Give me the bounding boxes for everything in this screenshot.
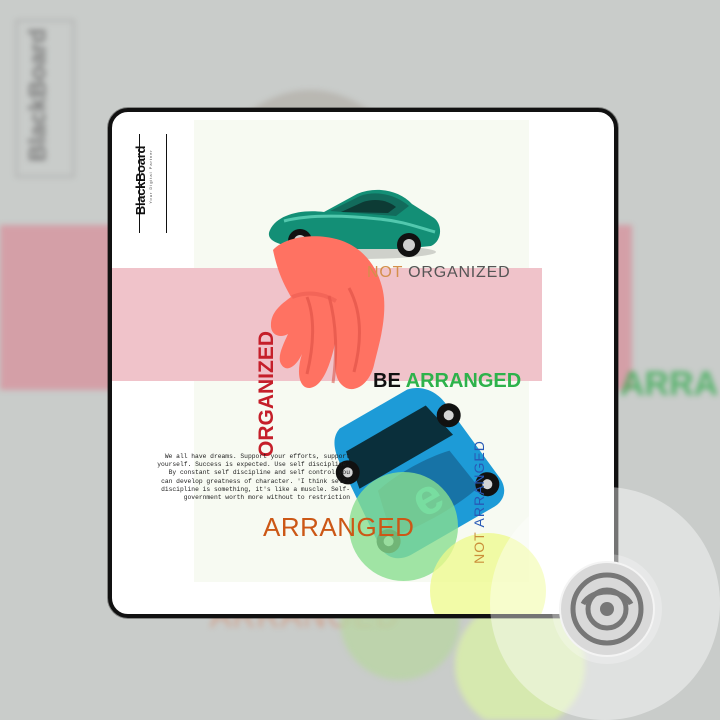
organized-vertical-label: ORGANIZED: [255, 331, 278, 457]
arranged-word: ARRANGED: [470, 440, 487, 528]
background-arranged-word: ARRANGED: [620, 365, 720, 403]
not-word: NOT: [470, 531, 487, 564]
be-word: BE: [373, 370, 401, 392]
organized-word: ORGANIZED: [408, 264, 511, 281]
brand-logo-text: BlackBoard: [133, 145, 149, 216]
be-arranged-label: BE ARRANGED: [373, 370, 521, 393]
brand-tagline: Your Digital Partner: [147, 149, 153, 204]
arranged-word: ARRANGED: [405, 370, 522, 392]
steering-wheel-icon[interactable]: [559, 561, 655, 657]
not-arranged-label: NOT ARRANGED: [471, 440, 487, 564]
arranged-label: ARRANGED: [263, 512, 415, 542]
background-logo: BlackBoard: [16, 20, 74, 177]
motivation-paragraph: We all have dreams. Support your efforts…: [157, 453, 350, 502]
not-word: NOT: [367, 264, 403, 281]
not-organized-label: NOT ORGANIZED: [367, 264, 510, 282]
brand-logo: BlackBoard Your Digital Partner: [133, 134, 167, 233]
